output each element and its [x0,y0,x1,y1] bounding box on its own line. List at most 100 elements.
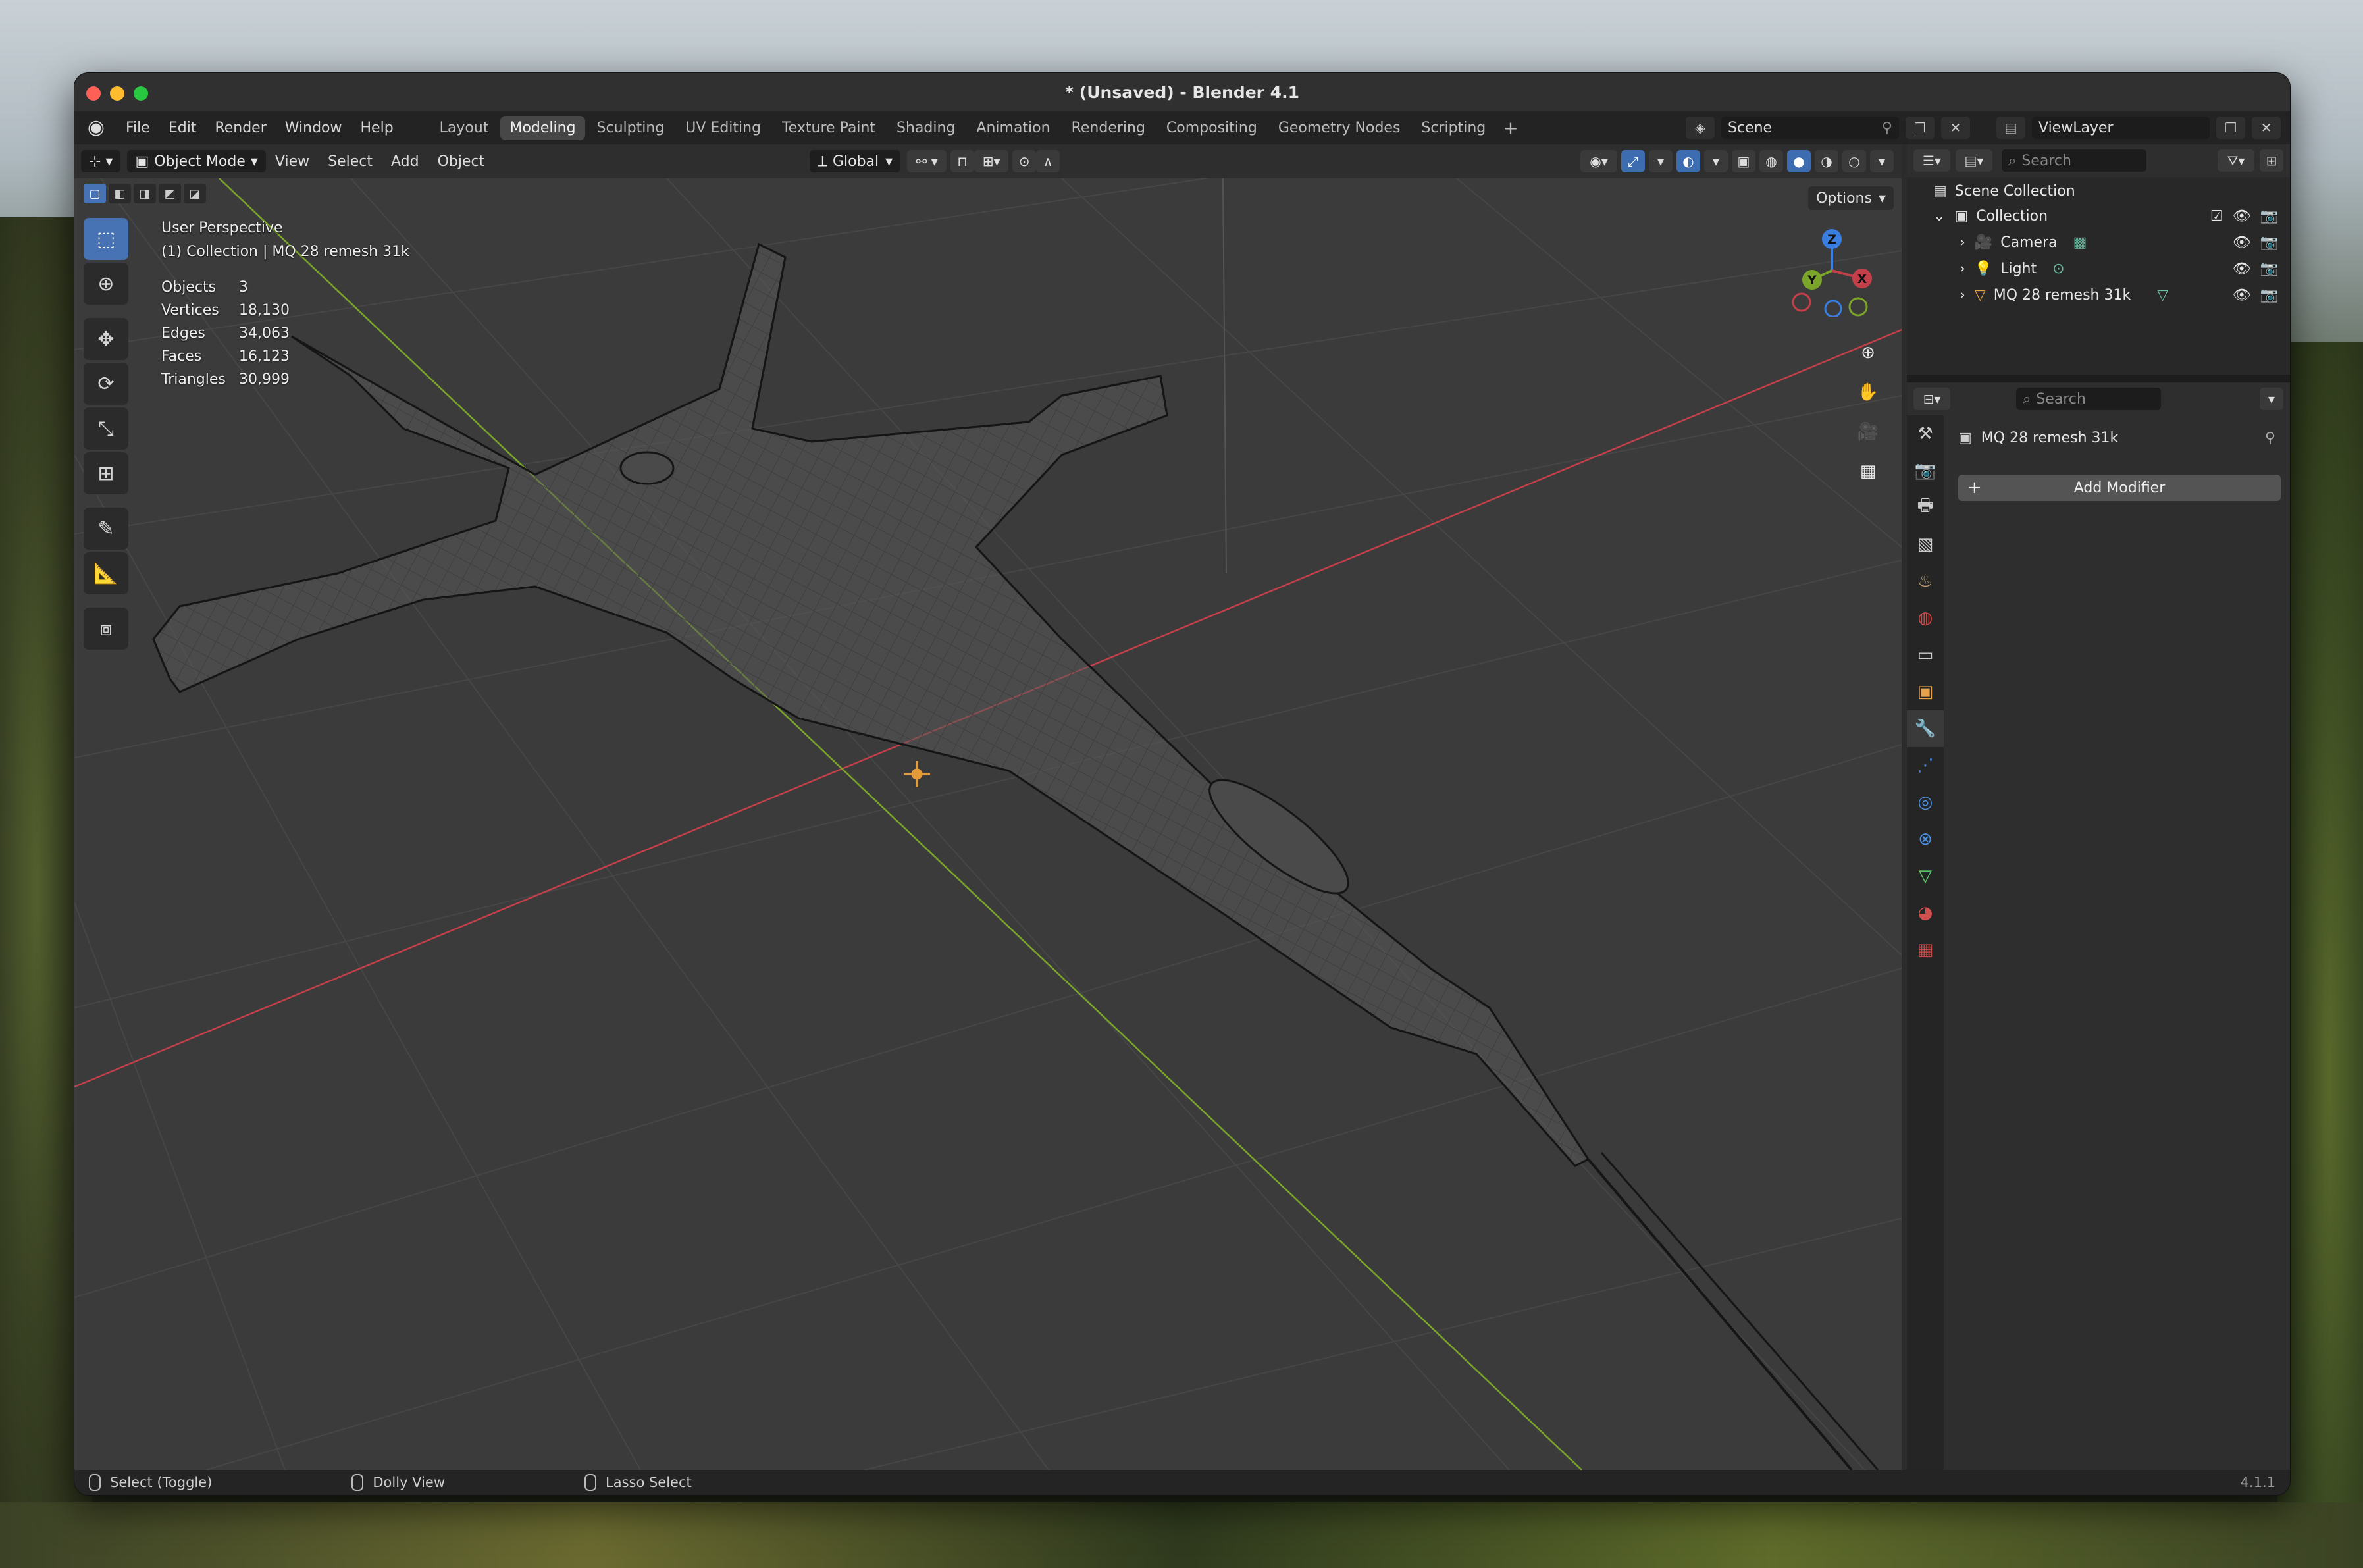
editor-type-button[interactable]: ⊹ ▾ [81,150,121,172]
shading-menu-chevron-icon[interactable]: ▾ [1870,150,1894,172]
gizmo-toggle-icon[interactable]: ⤢ [1621,150,1645,172]
menu-help[interactable]: Help [351,120,403,136]
pin-icon[interactable]: ⚲ [2265,430,2275,446]
transform-tool-icon[interactable]: ⊞ [84,452,128,494]
tab-texture-paint[interactable]: Texture Paint [773,116,885,140]
remove-view-layer-icon[interactable]: ✕ [2252,117,2281,139]
pin-icon[interactable]: ⚲ [1882,120,1892,136]
rotate-tool-icon[interactable]: ⟳ [84,363,128,405]
outliner-row-light[interactable]: › 💡 Light ⊙ 👁 📷 [1960,256,2289,281]
expand-chevron-icon[interactable]: › [1960,234,1965,251]
close-window-button[interactable] [86,86,101,101]
tab-shading[interactable]: Shading [887,116,964,140]
menu-edit[interactable]: Edit [159,120,206,136]
render-camera-icon[interactable]: 📷 [2260,287,2278,303]
tab-scripting[interactable]: Scripting [1412,116,1495,140]
outliner-row-mesh[interactable]: › ▽ MQ 28 remesh 31k ▽ 👁 📷 [1960,282,2289,307]
render-tab-icon[interactable]: 📷 [1907,452,1944,489]
new-view-layer-icon[interactable]: ❐ [2216,117,2245,139]
tab-geometry-nodes[interactable]: Geometry Nodes [1269,116,1410,140]
select-subtract-icon[interactable]: ◨ [134,184,156,203]
annotate-tool-icon[interactable]: ✎ [84,508,128,550]
eye-icon[interactable]: 👁 [2233,261,2251,277]
mesh-data-icon[interactable]: ▽ [2157,287,2168,303]
add-cube-tool-icon[interactable]: ⧈ [84,608,128,650]
outliner-search-input[interactable]: ⌕ Search [2002,149,2146,172]
tab-layout[interactable]: Layout [430,116,498,140]
select-box-tool-icon[interactable]: ⬚ [84,218,128,260]
menu-select[interactable]: Select [319,153,382,170]
eye-icon[interactable]: 👁 [2233,234,2251,251]
material-shading-icon[interactable]: ◑ [1815,150,1838,172]
expand-chevron-icon[interactable]: › [1960,261,1965,277]
world-tab-icon[interactable]: ◍ [1907,600,1944,637]
constraints-tab-icon[interactable]: ⊗ [1907,821,1944,858]
outliner-editor-type-icon[interactable]: ☰▾ [1913,149,1950,172]
add-modifier-button[interactable]: + Add Modifier [1958,475,2281,501]
eye-icon[interactable]: 👁 [2233,287,2251,303]
texture-tab-icon[interactable]: ▦ [1907,931,1944,968]
menu-view[interactable]: View [266,153,319,170]
display-mode-icon[interactable]: ▤▾ [1956,149,1992,172]
viewport-scene[interactable] [74,178,1902,1470]
select-new-icon[interactable]: ▢ [84,184,106,203]
exclude-checkbox-icon[interactable]: ☑ [2210,208,2223,224]
zoom-icon[interactable]: ⊕ [1852,336,1884,369]
data-tab-icon[interactable]: ▽ [1907,858,1944,895]
outliner-row-scene-collection[interactable]: ▤ Scene Collection [1933,178,2075,203]
tab-modeling[interactable]: Modeling [500,115,585,140]
scene-type-icon[interactable]: ◈ [1686,117,1715,139]
physics-tab-icon[interactable]: ◎ [1907,784,1944,821]
view-layer-field[interactable]: ViewLayer [2032,117,2210,139]
menu-render[interactable]: Render [205,120,275,136]
material-tab-icon[interactable]: ◕ [1907,895,1944,931]
outliner-row-collection[interactable]: ⌄ ▣ Collection ☑ 👁 📷 [1933,203,2289,228]
render-camera-icon[interactable]: 📷 [2260,261,2278,277]
zoom-window-button[interactable] [134,86,148,101]
xray-toggle-icon[interactable]: ▣ [1732,150,1755,172]
properties-search-input[interactable]: ⌕ Search [2016,388,2161,410]
navigation-gizmo[interactable]: Z X Y [1786,224,1878,317]
particles-tab-icon[interactable]: ⋰ [1907,747,1944,784]
tool-tab-icon[interactable]: ⚒ [1907,415,1944,452]
scale-tool-icon[interactable]: ⤡ [84,407,128,450]
tab-animation[interactable]: Animation [967,116,1059,140]
falloff-icon[interactable]: ∧ [1036,150,1060,172]
light-data-icon[interactable]: ⊙ [2052,261,2064,277]
rendered-shading-icon[interactable]: ○ [1842,150,1866,172]
pan-hand-icon[interactable]: ✋ [1852,376,1884,409]
camera-view-icon[interactable]: 🎥 [1852,415,1884,448]
modifier-tab-icon[interactable]: 🔧 [1907,710,1944,747]
options-dropdown[interactable]: Options ▾ [1808,186,1894,210]
menu-window[interactable]: Window [276,120,351,136]
camera-data-icon[interactable]: ▩ [2073,234,2087,251]
3d-viewport[interactable]: ▢ ◧ ◨ ◩ ◪ ⬚ ⊕ ✥ ⟳ ⤡ ⊞ ✎ 📐 ⧈ User Perspec… [74,178,1902,1470]
mode-selector[interactable]: ▣ Object Mode ▾ [127,150,266,172]
render-camera-icon[interactable]: 📷 [2260,234,2278,251]
expand-chevron-icon[interactable]: › [1960,287,1965,303]
tab-sculpting[interactable]: Sculpting [588,116,674,140]
transform-orientation-selector[interactable]: ⟂ Global ▾ [810,150,901,172]
filter-icon[interactable]: ⛛▾ [2218,149,2254,172]
proportional-edit-icon[interactable]: ⊙ [1012,150,1037,172]
gizmo-menu-chevron-icon[interactable]: ▾ [1649,150,1673,172]
blender-logo-icon[interactable]: ◉ [85,117,107,139]
tab-uv-editing[interactable]: UV Editing [676,116,770,140]
output-tab-icon[interactable]: 🖶 [1907,489,1944,526]
menu-add[interactable]: Add [382,153,428,170]
select-invert-icon[interactable]: ◩ [159,184,181,203]
snap-icon[interactable]: ⊓ [950,150,975,172]
new-collection-icon[interactable]: ⊞ [2260,149,2283,172]
move-tool-icon[interactable]: ✥ [84,318,128,360]
view-layer-type-icon[interactable]: ▤ [1996,117,2025,139]
outliner-row-camera[interactable]: › 🎥 Camera ▩ 👁 📷 [1960,230,2289,255]
view-layer-tab-icon[interactable]: ▧ [1907,526,1944,563]
remove-scene-icon[interactable]: ✕ [1941,117,1970,139]
select-extend-icon[interactable]: ◧ [109,184,131,203]
select-intersect-icon[interactable]: ◪ [184,184,206,203]
overlays-toggle-icon[interactable]: ◐ [1676,150,1700,172]
add-workspace-button[interactable]: + [1496,117,1524,139]
overlays-menu-chevron-icon[interactable]: ▾ [1704,150,1728,172]
properties-editor-type-icon[interactable]: ⊟▾ [1913,388,1950,410]
collection-tab-icon[interactable]: ▭ [1907,637,1944,673]
